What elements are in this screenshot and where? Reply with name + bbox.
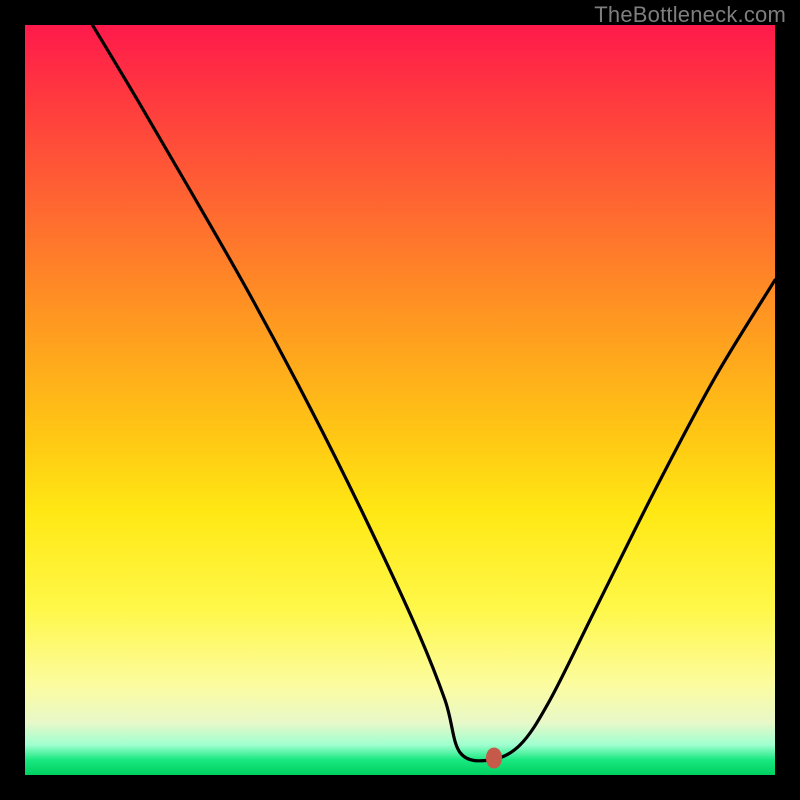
- curve-svg: [25, 25, 775, 775]
- attribution-text: TheBottleneck.com: [594, 2, 786, 28]
- plot-area: [25, 25, 775, 775]
- bottleneck-curve: [93, 25, 776, 761]
- chart-frame: TheBottleneck.com: [0, 0, 800, 800]
- optimum-marker: [486, 747, 502, 768]
